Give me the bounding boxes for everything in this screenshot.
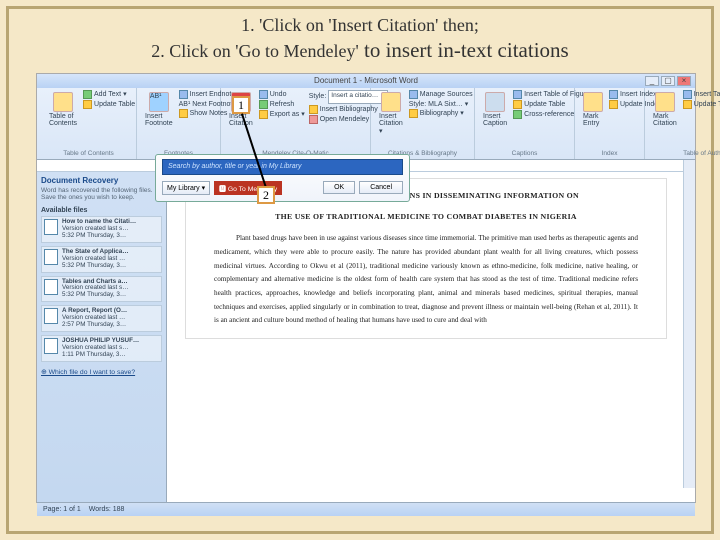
insert-footnote-button[interactable]: AB¹InsertFootnote <box>141 90 177 129</box>
toc-button[interactable]: Table of Contents <box>45 90 81 129</box>
file-icon <box>44 249 58 265</box>
instruction-title: 1. 'Click on 'Insert Citation' then; 2. … <box>36 14 684 65</box>
file-icon <box>44 308 58 324</box>
callout-2: 2 <box>257 186 275 204</box>
doc-recovery-pane: Document Recovery Word has recovered the… <box>37 172 167 502</box>
status-bar: Page: 1 of 1Words: 188 <box>37 502 695 516</box>
recovered-file-item[interactable]: Tables and Charts a…Version created last… <box>41 276 162 303</box>
file-icon <box>44 338 58 354</box>
update-table-button[interactable]: Update Table <box>83 100 135 109</box>
recovered-file-item[interactable]: JOSHUA PHILIP YUSUF…Version created last… <box>41 335 162 362</box>
close-button[interactable]: × <box>677 76 691 86</box>
recovered-file-item[interactable]: How to name the Citati…Version created l… <box>41 216 162 243</box>
mendeley-citation-popup: Search by author, title or year in My Li… <box>155 154 410 202</box>
ribbon: Table of Contents Add Text ▾ Update Tabl… <box>37 88 695 160</box>
window-titlebar: Document 1 - Microsoft Word _ ▢ × <box>37 74 695 88</box>
file-icon <box>44 279 58 295</box>
word-window: Document 1 - Microsoft Word _ ▢ × Table … <box>36 73 696 503</box>
recovered-file-item[interactable]: A Report, Report (O…Version created last… <box>41 305 162 332</box>
word-insert-citation-button[interactable]: Insert Citation ▾ <box>375 90 407 137</box>
recovered-file-item[interactable]: The State of Applica…Version created las… <box>41 246 162 273</box>
ok-button[interactable]: OK <box>323 181 355 194</box>
citation-search-input[interactable]: Search by author, title or year in My Li… <box>162 159 403 175</box>
library-select[interactable]: My Library ▾ <box>162 181 210 195</box>
cancel-button[interactable]: Cancel <box>359 181 403 194</box>
which-file-link[interactable]: ⊕ Which file do I want to save? <box>41 368 162 376</box>
file-icon <box>44 219 58 235</box>
document-area[interactable]: THE ROLE OF HEALTH LIBRARIANS IN DISSEMI… <box>167 172 695 502</box>
minimize-button[interactable]: _ <box>645 76 659 86</box>
maximize-button[interactable]: ▢ <box>661 76 675 86</box>
vertical-scrollbar[interactable] <box>683 160 695 488</box>
callout-1: 1 <box>232 96 250 114</box>
add-text-button[interactable]: Add Text ▾ <box>83 90 135 99</box>
